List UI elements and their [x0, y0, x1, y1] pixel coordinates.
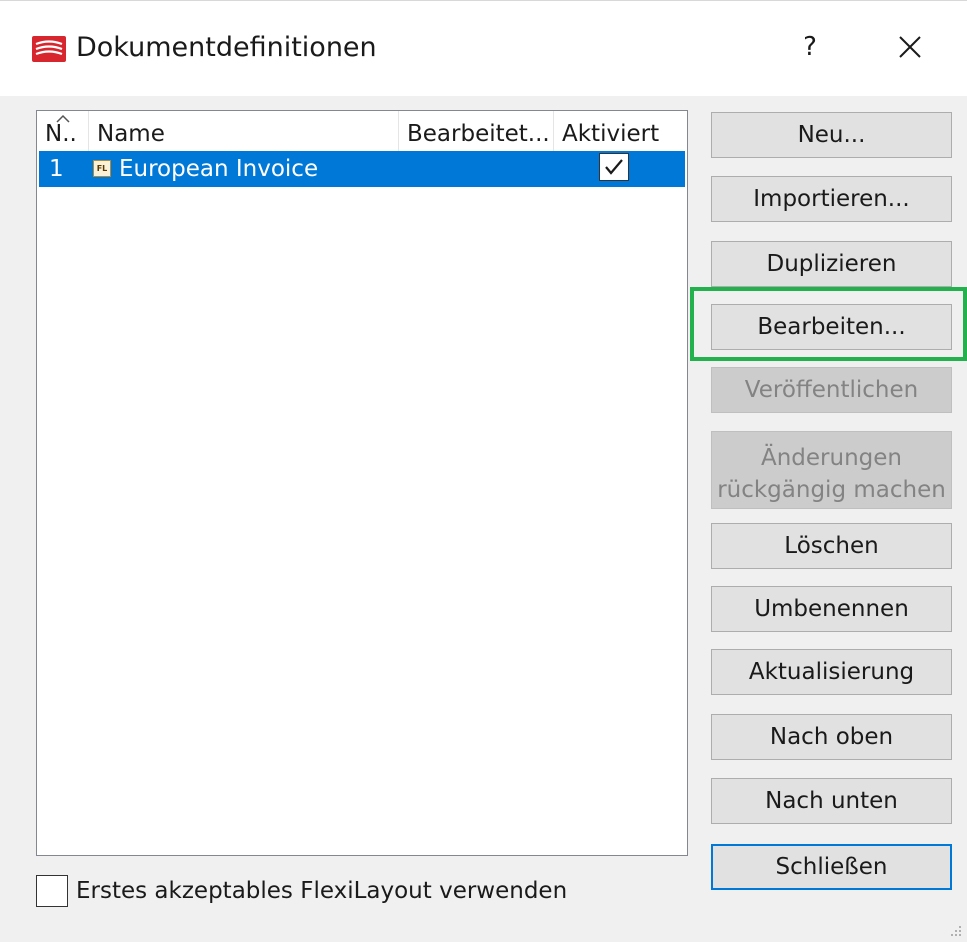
close-button[interactable]: Schließen: [711, 844, 952, 890]
flexilayout-document-icon: FL: [93, 160, 111, 177]
column-header-edited[interactable]: Bearbeitet...: [399, 111, 554, 155]
undo-changes-line1: Änderungen: [761, 444, 902, 471]
row-activated-checkbox[interactable]: [599, 153, 629, 181]
duplicate-button[interactable]: Duplizieren: [711, 241, 952, 287]
resize-grip-icon[interactable]: [951, 926, 963, 938]
column-header-name-label: Name: [97, 121, 165, 147]
new-button[interactable]: Neu...: [711, 112, 952, 158]
rename-button[interactable]: Umbenennen: [711, 586, 952, 632]
document-definitions-list[interactable]: N.. Name Bearbeitet... Aktiviert 1 FL Eu…: [36, 110, 688, 856]
move-down-button[interactable]: Nach unten: [711, 778, 952, 824]
first-flexilayout-label[interactable]: Erstes akzeptables FlexiLayout verwenden: [76, 874, 567, 908]
up-arrow-icon: [56, 114, 70, 123]
row-number: 1: [49, 156, 64, 182]
list-item[interactable]: 1 FL European Invoice: [39, 151, 685, 187]
column-header-activated[interactable]: Aktiviert: [554, 111, 687, 155]
move-up-button[interactable]: Nach oben: [711, 714, 952, 760]
column-header-number[interactable]: N..: [37, 111, 89, 155]
help-button[interactable]: ?: [780, 24, 840, 70]
title-bar: Dokumentdefinitionen ?: [0, 0, 967, 96]
checkmark-icon: [605, 159, 623, 175]
document-definitions-dialog: Dokumentdefinitionen ? N.. Name Bearbeit…: [0, 0, 967, 942]
title-bar-top-edge: [0, 0, 967, 11]
column-header-name[interactable]: Name: [89, 111, 399, 155]
window-title: Dokumentdefinitionen: [76, 32, 377, 63]
undo-changes-line2: rückgängig machen: [717, 476, 946, 503]
column-header-edited-label: Bearbeitet...: [407, 121, 550, 147]
column-header-number-label: N..: [45, 121, 77, 147]
publish-button[interactable]: Veröffentlichen: [711, 367, 952, 413]
row-name: European Invoice: [119, 156, 319, 182]
delete-button[interactable]: Löschen: [711, 523, 952, 569]
edit-button-highlight-frame: [690, 287, 967, 361]
list-header: N.. Name Bearbeitet... Aktiviert: [37, 111, 687, 155]
close-icon[interactable]: [880, 24, 940, 70]
flexicapture-logo-icon: [32, 36, 66, 62]
import-button[interactable]: Importieren...: [711, 176, 952, 222]
column-header-activated-label: Aktiviert: [562, 121, 660, 147]
undo-changes-button[interactable]: Änderungen rückgängig machen: [711, 431, 952, 509]
update-button[interactable]: Aktualisierung: [711, 649, 952, 695]
first-flexilayout-checkbox[interactable]: [36, 875, 68, 907]
